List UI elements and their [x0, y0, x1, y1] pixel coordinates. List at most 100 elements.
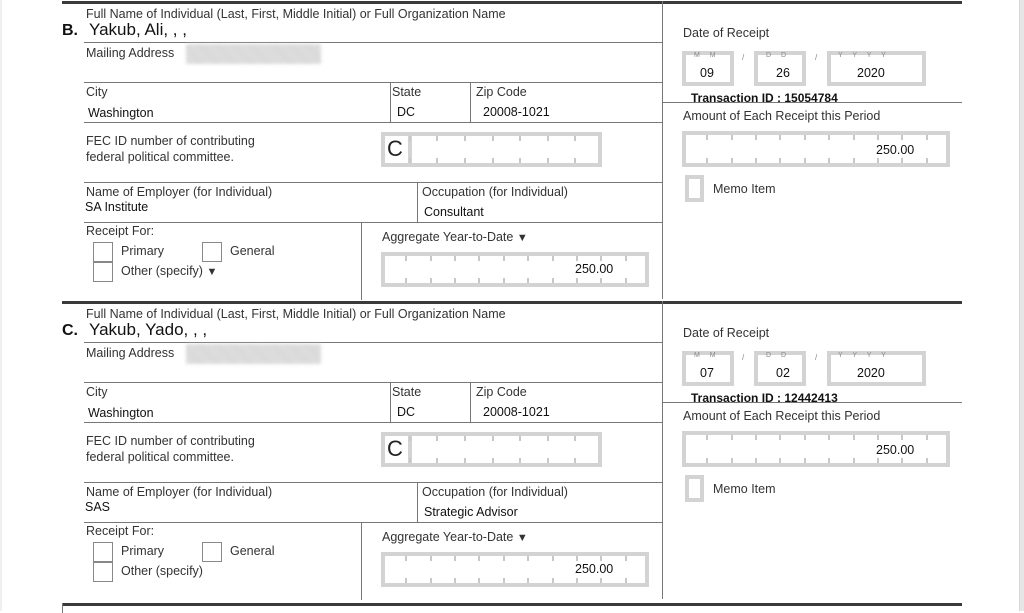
- contributor-name: Yakub, Yado, , ,: [89, 320, 208, 339]
- amount-label: Amount of Each Receipt this Period: [683, 109, 881, 123]
- box-tick: [408, 458, 411, 463]
- general-checkbox[interactable]: [202, 542, 222, 562]
- divider: [84, 182, 662, 183]
- box-tick: [429, 278, 432, 283]
- fec-id-label-1: FEC ID number of contributing: [86, 134, 255, 148]
- mailing-address-redacted: [186, 344, 321, 364]
- box-tick: [624, 556, 627, 561]
- box-tick: [600, 278, 603, 283]
- aggregate-label: Aggregate Year-to-Date ▼: [382, 530, 528, 544]
- triangle-down-icon: ▼: [206, 266, 218, 278]
- receipt-for-label: Receipt For:: [86, 524, 155, 538]
- year-value: 2020: [857, 66, 885, 80]
- city-label: City: [86, 85, 108, 99]
- other-label: Other (specify): [121, 564, 203, 578]
- primary-checkbox[interactable]: [93, 242, 113, 262]
- box-tick: [463, 136, 466, 141]
- amount-value: 250.00: [876, 443, 915, 457]
- box-tick: [463, 458, 466, 463]
- other-label-text: Other (specify): [121, 264, 203, 278]
- box-tick: [803, 135, 806, 140]
- box-tick: [876, 135, 879, 140]
- memo-item-checkbox[interactable]: [685, 175, 704, 202]
- zip-label: Zip Code: [476, 385, 527, 399]
- occupation-value: Consultant: [424, 205, 484, 219]
- box-tick: [852, 158, 855, 163]
- box-tick: [405, 556, 408, 561]
- box-tick: [828, 158, 831, 163]
- employer-value: SAS: [85, 500, 111, 514]
- aggregate-label-text: Aggregate Year-to-Date: [382, 230, 514, 244]
- box-tick: [519, 158, 522, 163]
- box-tick: [546, 458, 549, 463]
- memo-item-label: Memo Item: [713, 482, 776, 496]
- box-tick: [436, 458, 439, 463]
- fec-id-label-1: FEC ID number of contributing: [86, 434, 255, 448]
- box-tick: [575, 578, 578, 583]
- memo-item-label: Memo Item: [713, 182, 776, 196]
- box-tick: [454, 256, 457, 261]
- mailing-address-label: Mailing Address: [86, 46, 175, 60]
- contribution-entry: Full Name of Individual (Last, First, Mi…: [0, 300, 1024, 600]
- box-tick: [755, 158, 758, 163]
- city-value: Washington: [88, 406, 154, 420]
- box-tick: [527, 556, 530, 561]
- other-label-text: Other (specify): [121, 564, 203, 578]
- box-tick: [551, 556, 554, 561]
- divider: [84, 422, 662, 423]
- full-name-label: Full Name of Individual (Last, First, Mi…: [86, 7, 506, 21]
- divider: [470, 82, 471, 122]
- receipt-for-label: Receipt For:: [86, 224, 155, 238]
- entry-top-border: [62, 301, 962, 304]
- divider: [361, 222, 362, 300]
- contribution-entry: Full Name of Individual (Last, First, Mi…: [0, 0, 1024, 300]
- box-tick: [730, 458, 733, 463]
- other-checkbox[interactable]: [93, 262, 113, 282]
- box-tick: [600, 578, 603, 583]
- zip-value: 20008-1021: [483, 105, 550, 119]
- entry-letter: B.: [62, 22, 78, 39]
- box-tick: [600, 256, 603, 261]
- day-hint: D D: [766, 352, 791, 359]
- other-checkbox[interactable]: [93, 562, 113, 582]
- city-value: Washington: [88, 106, 154, 120]
- box-tick: [546, 436, 549, 441]
- day-value: 02: [776, 366, 790, 380]
- date-separator: /: [815, 353, 818, 362]
- box-tick: [779, 435, 782, 440]
- aggregate-value: 250.00: [575, 262, 614, 276]
- primary-checkbox[interactable]: [93, 542, 113, 562]
- box-tick: [852, 458, 855, 463]
- memo-item-checkbox[interactable]: [685, 475, 704, 502]
- other-label: Other (specify) ▼: [121, 264, 217, 278]
- next-entry-top-border: [62, 603, 962, 606]
- box-tick: [478, 556, 481, 561]
- triangle-down-icon: ▼: [516, 532, 528, 544]
- box-tick: [755, 435, 758, 440]
- general-label: General: [230, 544, 275, 558]
- box-tick: [901, 458, 904, 463]
- divider: [417, 482, 418, 522]
- box-tick: [901, 435, 904, 440]
- day-value: 26: [776, 66, 790, 80]
- fec-prefix: C: [387, 436, 403, 461]
- box-tick: [463, 158, 466, 163]
- state-label: State: [392, 385, 422, 399]
- mailing-address-label: Mailing Address: [86, 346, 175, 360]
- divider: [84, 42, 662, 43]
- general-checkbox[interactable]: [202, 242, 222, 262]
- box-tick: [575, 278, 578, 283]
- box-tick: [454, 578, 457, 583]
- box-tick: [405, 578, 408, 583]
- box-tick: [429, 556, 432, 561]
- box-tick: [925, 458, 928, 463]
- box-tick: [478, 578, 481, 583]
- box-tick: [436, 436, 439, 441]
- box-tick: [436, 136, 439, 141]
- box-tick: [502, 278, 505, 283]
- box-tick: [828, 435, 831, 440]
- box-tick: [574, 458, 577, 463]
- fec-id-label-2: federal political committee.: [86, 450, 234, 464]
- box-tick: [408, 136, 411, 141]
- state-value: DC: [397, 405, 416, 419]
